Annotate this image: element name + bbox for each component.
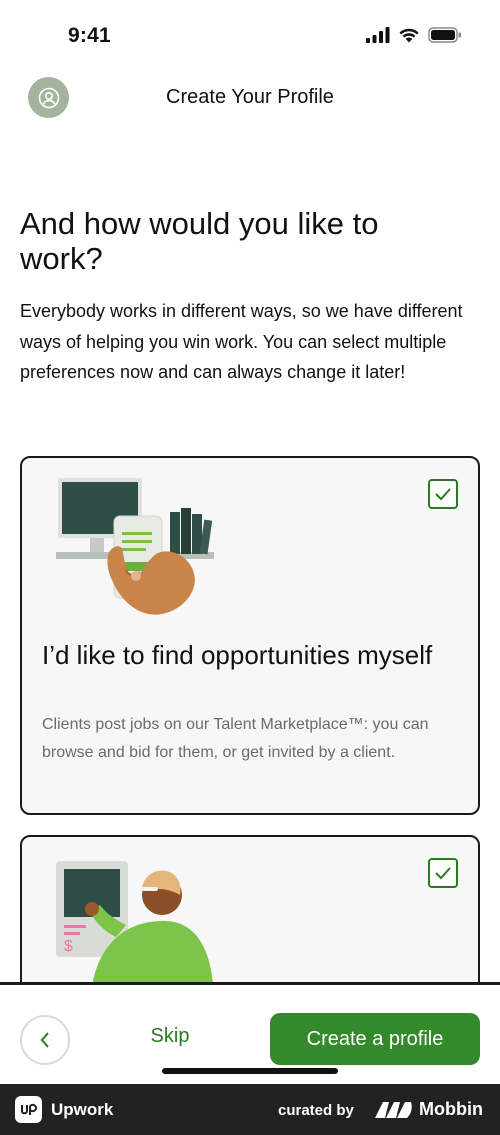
curated-by-label: curated by (278, 1102, 354, 1119)
option-1-description: Clients post jobs on our Talent Marketpl… (42, 716, 429, 761)
wifi-icon (399, 28, 419, 43)
checkmark-icon (435, 867, 451, 880)
back-button[interactable] (20, 1015, 70, 1065)
bottom-action-bar: Skip Create a profile (0, 982, 500, 1084)
status-bar: 9:41 (0, 0, 500, 72)
footer: Upwork curated by Mobbin (0, 1084, 500, 1135)
option-1-checkbox[interactable] (428, 479, 458, 509)
app-name: Upwork (51, 1100, 114, 1119)
phone-in-hand-illustration (56, 476, 216, 626)
upwork-logo-icon (15, 1096, 42, 1123)
page-title: Create Your Profile (166, 86, 334, 108)
home-indicator (162, 1068, 338, 1074)
checkmark-icon (435, 488, 451, 501)
battery-icon (428, 27, 461, 43)
mobbin-logo-icon (375, 1102, 412, 1118)
status-icons (366, 27, 462, 43)
header: Create Your Profile (0, 72, 500, 122)
svg-text:$: $ (64, 938, 73, 955)
option-2-checkbox[interactable] (428, 858, 458, 888)
chevron-left-icon (40, 1032, 49, 1048)
option-card-find-opportunities[interactable]: I’d like to find opportunities myself Cl… (20, 456, 480, 815)
question-heading: And how would you like to work? (20, 206, 379, 276)
brand-name: Mobbin (419, 1099, 483, 1119)
skip-button[interactable]: Skip (130, 1025, 210, 1048)
cellular-signal-icon (366, 27, 390, 43)
create-profile-button[interactable]: Create a profile (270, 1013, 480, 1065)
status-time: 9:41 (68, 24, 111, 47)
option-1-title: I’d like to find opportunities myself (42, 640, 433, 670)
question-description: Everybody works in different ways, so we… (20, 301, 463, 382)
